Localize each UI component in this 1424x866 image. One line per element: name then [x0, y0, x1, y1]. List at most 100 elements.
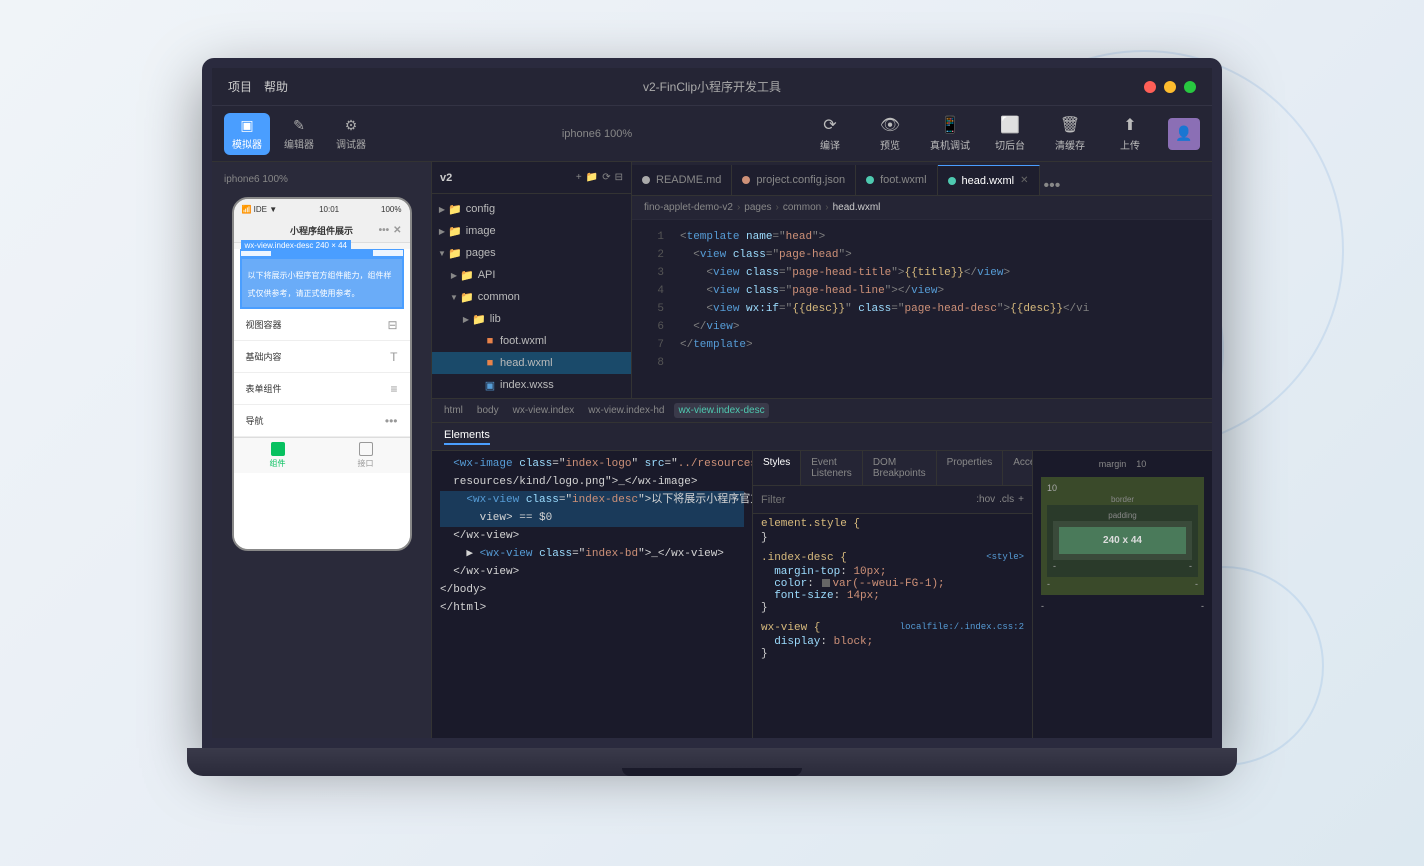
file-icon-foot-wxml: ■ [484, 335, 496, 347]
phone-menu-form[interactable]: 表单组件 ≡ [234, 373, 410, 405]
editor-tabs: README.md project.config.json foot.wxml [632, 162, 1212, 196]
tab-headwxml[interactable]: head.wxml ✕ [938, 165, 1040, 195]
tree-item-image[interactable]: ▶ 📁 image [432, 220, 631, 242]
tab-close-headwxml[interactable]: ✕ [1020, 175, 1028, 186]
tree-item-foot-wxml[interactable]: ▶ ■ foot.wxml [432, 330, 631, 352]
style-rule-index-desc: .index-desc { <style> margin-top: 10px; … [761, 552, 1024, 614]
tab-readme[interactable]: README.md [632, 165, 732, 195]
bc-wx-index-hd[interactable]: wx-view.index-hd [584, 403, 668, 418]
user-avatar[interactable]: 👤 [1168, 118, 1200, 150]
simulator-label: 模拟器 [232, 136, 262, 151]
simulator-icon: ▣ [240, 117, 253, 134]
component-tab-icon [271, 442, 285, 456]
filter-cls[interactable]: .cls [999, 494, 1014, 505]
right-panel: v2 + 📁 ⟳ ⊟ [432, 162, 1212, 738]
element-highlight: wx-view.index-desc 240 × 44 [240, 249, 404, 257]
bc-root[interactable]: fino-applet-demo-v2 [644, 202, 733, 213]
phone-tab-component[interactable]: 组件 [234, 438, 322, 473]
phone-menu-nav[interactable]: 导航 ••• [234, 405, 410, 437]
bc-wx-index[interactable]: wx-view.index [509, 403, 579, 418]
tab-dot-footwxml [866, 176, 874, 184]
window-maximize[interactable] [1184, 81, 1196, 93]
phone-menu-basic-label: 基础内容 [246, 350, 282, 363]
api-tab-icon [359, 442, 373, 456]
phone-menu-view[interactable]: 视图容器 ⊟ [234, 309, 410, 341]
phone-tab-api[interactable]: 接口 [322, 438, 410, 473]
phone-menu-basic-icon: T [390, 350, 397, 364]
phone-menu-basic[interactable]: 基础内容 T [234, 341, 410, 373]
view-mode-group: ▣ 模拟器 ✎ 编辑器 ⚙ 调试器 [224, 113, 374, 155]
folder-icon-image: 📁 [448, 225, 462, 238]
tree-item-pages[interactable]: ▼ 📁 pages [432, 242, 631, 264]
bc-sep-1: › [737, 202, 740, 213]
refresh-btn[interactable]: ⟳ [602, 172, 610, 183]
new-folder-btn[interactable]: 📁 [586, 172, 598, 183]
filter-hov[interactable]: :hov [976, 494, 995, 505]
window-minimize[interactable] [1164, 81, 1176, 93]
main-toolbar: ▣ 模拟器 ✎ 编辑器 ⚙ 调试器 iphone6 100% [212, 106, 1212, 162]
phone-nav-title: 小程序组件展示 [290, 224, 353, 237]
styles-tab-styles[interactable]: Styles [753, 451, 801, 485]
collapse-all-btn[interactable]: ⊟ [615, 172, 623, 183]
tree-item-lib[interactable]: ▶ 📁 lib [432, 308, 631, 330]
tree-item-common[interactable]: ▼ 📁 common [432, 286, 631, 308]
simulator-btn[interactable]: ▣ 模拟器 [224, 113, 270, 155]
phone-bottom-nav: 组件 接口 [234, 437, 410, 473]
styles-filter-bar: :hov .cls + [753, 486, 1032, 514]
editor-btn[interactable]: ✎ 编辑器 [276, 113, 322, 155]
upload-icon: ⬆ [1123, 115, 1136, 135]
tree-item-config[interactable]: ▶ 📁 config [432, 198, 631, 220]
real-device-label: 真机调试 [930, 137, 970, 152]
bc-body[interactable]: body [473, 403, 503, 418]
app-window: 项目 帮助 v2-FinClip小程序开发工具 ▣ 模拟器 [212, 68, 1212, 738]
menu-help[interactable]: 帮助 [264, 78, 288, 95]
styles-tab-listeners[interactable]: Event Listeners [801, 451, 863, 485]
window-close[interactable] [1144, 81, 1156, 93]
preview-action[interactable]: 👁 预览 [868, 115, 912, 152]
bc-common[interactable]: common [783, 202, 821, 213]
style-rule-wx-view: wx-view { localfile:/.index.css:2 displa… [761, 622, 1024, 660]
tab-projectjson[interactable]: project.config.json [732, 165, 856, 195]
file-icon-head-wxml: ■ [484, 357, 496, 369]
bc-wx-index-desc[interactable]: wx-view.index-desc [674, 403, 768, 418]
scale-label: iphone6 100% [562, 128, 632, 140]
phone-content: wx-view.index-desc 240 × 44 以下将展示小程序官方组件… [234, 249, 410, 549]
code-editor[interactable]: 1 2 3 4 5 6 7 8 [632, 220, 1212, 398]
tab-footwxml[interactable]: foot.wxml [856, 165, 937, 195]
devtools-tab-elements[interactable]: Elements [444, 429, 490, 445]
upload-label: 上传 [1120, 137, 1140, 152]
toolbar-actions: ⟳ 编译 👁 预览 📱 真机调试 ⬜ 切后台 [808, 115, 1200, 152]
code-content[interactable]: <template name="head"> <view class="page… [668, 220, 1212, 398]
real-device-action[interactable]: 📱 真机调试 [928, 115, 972, 152]
phone-close-icon[interactable]: ✕ [393, 225, 401, 236]
tree-item-api[interactable]: ▶ 📁 API [432, 264, 631, 286]
style-rule-source[interactable]: <style> [986, 552, 1024, 566]
filter-add[interactable]: + [1018, 494, 1024, 505]
phone-menu-view-icon: ⊟ [387, 318, 397, 332]
bc-html[interactable]: html [440, 403, 467, 418]
styles-tab-properties[interactable]: Properties [937, 451, 1004, 485]
tab-more-btn[interactable]: ••• [1044, 177, 1061, 195]
clear-cache-action[interactable]: 🗑 清缓存 [1048, 115, 1092, 152]
phone-time: 10:01 [319, 205, 339, 214]
switch-bg-action[interactable]: ⬜ 切后台 [988, 115, 1032, 152]
compile-action[interactable]: ⟳ 编译 [808, 115, 852, 152]
new-file-btn[interactable]: + [576, 172, 582, 183]
tree-item-head-wxml[interactable]: ▶ ■ head.wxml [432, 352, 631, 374]
upload-action[interactable]: ⬆ 上传 [1108, 115, 1152, 152]
box-padding-bottom-row: - - [1053, 561, 1192, 571]
styles-filter-input[interactable] [761, 494, 972, 506]
devtools-content: <wx-image class="index-logo" src="../res… [432, 451, 1212, 738]
debugger-btn[interactable]: ⚙ 调试器 [328, 113, 374, 155]
box-padding-label: padding [1053, 511, 1192, 520]
styles-tabs: Styles Event Listeners DOM Breakpoints P… [753, 451, 1032, 486]
tree-arrow-api: ▶ [448, 271, 460, 280]
dom-view[interactable]: <wx-image class="index-logo" src="../res… [432, 451, 752, 738]
bc-pages[interactable]: pages [744, 202, 771, 213]
phone-more-icon[interactable]: ••• [379, 225, 390, 236]
tree-item-index-wxss[interactable]: ▶ ▣ index.wxss [432, 374, 631, 396]
styles-tab-dom-breakpoints[interactable]: DOM Breakpoints [863, 451, 937, 485]
menu-project[interactable]: 项目 [228, 78, 252, 95]
code-line-2: <view class="page-head"> [680, 246, 1200, 264]
style-rule-wx-source[interactable]: localfile:/.index.css:2 [900, 622, 1024, 636]
